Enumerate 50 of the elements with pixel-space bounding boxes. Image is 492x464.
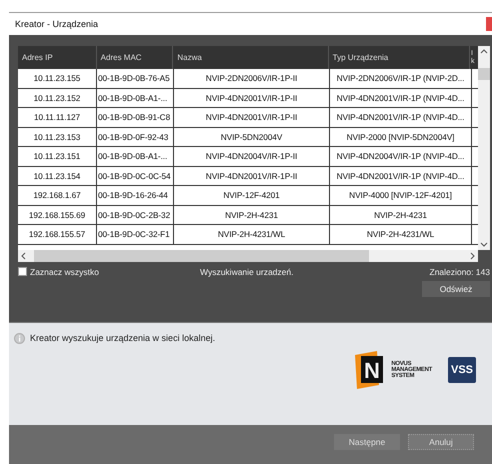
table-cell: NVIP-2DN2006V/IR-1P (NVIP-2D... xyxy=(330,69,472,88)
table-cell: 10.11.23.153 xyxy=(18,128,97,146)
table-cell: NVIP-2H-4231/WL xyxy=(330,225,472,244)
table-cell: NVIP-2H-4231/WL xyxy=(174,225,330,244)
table-cell: NVIP-2DN2006V/IR-1P-II xyxy=(174,69,330,88)
vertical-scrollbar[interactable] xyxy=(478,46,490,250)
logo-mark: N xyxy=(355,351,386,389)
info-icon xyxy=(14,333,25,344)
logo-badge: VSS xyxy=(448,357,476,383)
table-cell: 00-1B-9D-0B-91-C8 xyxy=(97,108,174,126)
table-cell: 00-1B-9D-0B-A1-... xyxy=(97,147,174,166)
info-text: Kreator wyszukuje urządzenia w sieci lokalnej. xyxy=(30,333,216,343)
table-cell: NVIP-4DN2001V/IR-1P-II xyxy=(174,88,330,107)
table-cell: 00-1B-9D-0C-0C-54 xyxy=(97,166,174,185)
table-cell: NVIP-4DN2001V/IR-1P-II xyxy=(174,166,330,185)
table-cell: NVIP-4DN2001V/IR-1P-II xyxy=(174,108,330,126)
table-cell: 10.11.23.152 xyxy=(18,88,97,107)
checkbox[interactable] xyxy=(18,267,27,276)
table-cell: 192.168.155.69 xyxy=(18,206,97,224)
status-text: Wyszukiwanie urzadzeń. xyxy=(200,266,294,276)
scrollbar-thumb[interactable] xyxy=(478,68,490,80)
refresh-button[interactable]: Odśwież xyxy=(422,281,490,297)
horizontal-scrollbar[interactable] xyxy=(18,250,478,262)
table-cell: NVIP-5DN2004V xyxy=(174,128,330,146)
found-count: Znaleziono: 143 xyxy=(430,266,490,276)
table-cell: 10.11.23.151 xyxy=(18,147,97,166)
table-cell: 00-1B-9D-0B-76-A5 xyxy=(97,69,174,88)
table-cell: NVIP-4DN2001V/IR-1P (NVIP-4D... xyxy=(330,108,472,126)
table-cell: 192.168.1.67 xyxy=(18,186,97,204)
table-cell: 192.168.155.57 xyxy=(18,225,97,244)
table-cell: 00-1B-9D-0C-2B-32 xyxy=(97,206,174,224)
table-cell: 10.11.23.155 xyxy=(18,69,97,88)
table-cell: NVIP-2H-4231 xyxy=(330,206,472,224)
window-title: Kreator - Urządzenia xyxy=(14,19,98,29)
table-cell: NVIP-4DN2001V/IR-1P (NVIP-4D... xyxy=(330,166,472,185)
table-cell: 10.11.23.154 xyxy=(18,166,97,185)
table-cell: 00-1B-9D-16-26-44 xyxy=(97,186,174,204)
table-cell: NVIP-12F-4201 xyxy=(174,186,330,204)
scrollbar-thumb[interactable] xyxy=(34,250,369,262)
table-cell: NVIP-4000 [NVIP-12F-4201] xyxy=(330,186,472,204)
table-cell: NVIP-4DN2004V/IR-1P-II xyxy=(174,147,330,166)
checkbox-label[interactable]: Zaznacz wszystko xyxy=(30,266,200,276)
table-cell: NVIP-4DN2001V/IR-1P (NVIP-4D... xyxy=(330,88,472,107)
table-cell: NVIP-2H-4231 xyxy=(174,206,330,224)
table-cell: NVIP-2000 [NVIP-5DN2004V] xyxy=(330,128,472,146)
table-cell: 00-1B-9D-0F-92-43 xyxy=(97,128,174,146)
table-cell: 10.11.11.127 xyxy=(18,108,97,126)
table-cell: 00-1B-9D-0C-32-F1 xyxy=(97,225,174,244)
table-cell: NVIP-4DN2004V/IR-1P (NVIP-4D... xyxy=(330,147,472,166)
table-cell: 00-1B-9D-0B-A1-... xyxy=(97,88,174,107)
